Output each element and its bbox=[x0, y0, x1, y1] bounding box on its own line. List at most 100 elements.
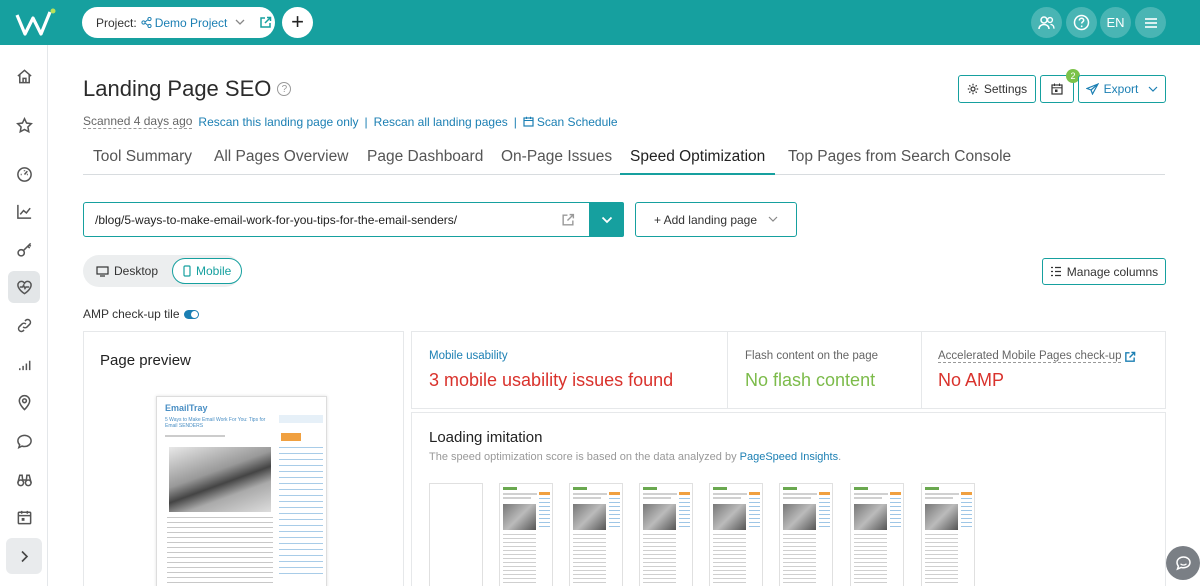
tab-on-page-issues[interactable]: On-Page Issues bbox=[491, 146, 622, 175]
preview-brand: EmailTray bbox=[165, 403, 208, 413]
logo-icon[interactable] bbox=[14, 6, 58, 38]
help-icon bbox=[1073, 14, 1090, 31]
calendar-icon bbox=[17, 510, 31, 524]
preview-heading: 5 Ways to Make Email Work For You: Tips … bbox=[165, 417, 266, 429]
loading-frame bbox=[921, 483, 975, 586]
tab-all-pages-overview[interactable]: All Pages Overview bbox=[204, 146, 358, 175]
top-bar: Project: Demo Project + EN bbox=[0, 0, 1200, 45]
amp-checkup-label: Accelerated Mobile Pages check-up bbox=[938, 350, 1122, 363]
help-icon[interactable]: ? bbox=[277, 82, 292, 96]
sidebar-item-dashboard[interactable] bbox=[8, 158, 40, 190]
sidebar-item-calendar[interactable] bbox=[8, 501, 40, 533]
settings-button[interactable]: Settings bbox=[958, 75, 1036, 103]
mobile-usability-label[interactable]: Mobile usability bbox=[429, 350, 508, 362]
heart-pulse-icon bbox=[16, 280, 32, 295]
scan-info-bar: Scanned 4 days ago Rescan this landing p… bbox=[83, 114, 618, 129]
scan-schedule-label: Scan Schedule bbox=[536, 114, 618, 129]
calendar-icon bbox=[523, 116, 534, 127]
tab-tool-summary[interactable]: Tool Summary bbox=[83, 146, 202, 175]
landing-page-dropdown-button[interactable] bbox=[589, 202, 624, 237]
page-preview-title: Page preview bbox=[100, 352, 191, 369]
main-menu-button[interactable] bbox=[1135, 7, 1166, 38]
loading-imitation-title: Loading imitation bbox=[429, 429, 543, 446]
settings-label: Settings bbox=[983, 82, 1028, 96]
amp-tile-toggle[interactable] bbox=[183, 309, 199, 319]
link-icon bbox=[17, 318, 31, 332]
flash-content-label: Flash content on the page bbox=[745, 350, 878, 362]
desktop-option[interactable]: Desktop bbox=[86, 258, 168, 284]
separator: | bbox=[364, 114, 368, 129]
add-landing-page-label: + Add landing page bbox=[653, 212, 758, 227]
mobile-option[interactable]: Mobile bbox=[172, 258, 243, 284]
amp-checkup-label-row: Accelerated Mobile Pages check-up bbox=[938, 350, 1136, 363]
amp-tile-toggle-row: AMP check-up tile bbox=[83, 307, 199, 321]
loading-frame bbox=[569, 483, 623, 586]
rescan-this-link[interactable]: Rescan this landing page only bbox=[198, 115, 358, 129]
tab-top-pages-search-console[interactable]: Top Pages from Search Console bbox=[778, 146, 1021, 175]
help-button[interactable] bbox=[1066, 7, 1097, 38]
sidebar-item-competitors[interactable] bbox=[8, 463, 40, 495]
sidebar-item-backlinks[interactable] bbox=[8, 309, 40, 341]
loading-frame bbox=[779, 483, 833, 586]
chevron-right-icon bbox=[20, 550, 28, 562]
project-name[interactable]: Demo Project bbox=[141, 16, 227, 30]
sidebar-item-keywords[interactable] bbox=[8, 233, 40, 265]
flash-content-value: No flash content bbox=[745, 370, 876, 390]
export-button[interactable]: Export bbox=[1078, 75, 1166, 103]
device-toggle: Desktop Mobile bbox=[83, 255, 243, 287]
project-label: Project: bbox=[96, 15, 137, 30]
external-link-icon[interactable] bbox=[1124, 351, 1136, 363]
columns-icon bbox=[1050, 266, 1061, 277]
tab-speed-optimization[interactable]: Speed Optimization bbox=[620, 146, 776, 175]
sidebar-item-favorites[interactable] bbox=[8, 109, 40, 141]
binoculars-icon bbox=[16, 473, 32, 486]
key-icon bbox=[16, 242, 31, 257]
mobile-usability-value: 3 mobile usability issues found bbox=[429, 370, 674, 390]
sidebar-item-analytics[interactable] bbox=[8, 348, 40, 380]
sidebar bbox=[0, 45, 48, 586]
manage-columns-label: Manage columns bbox=[1066, 264, 1159, 279]
chevron-down-icon bbox=[1148, 86, 1158, 92]
chat-bubble-icon bbox=[16, 434, 32, 449]
loading-frame bbox=[639, 483, 693, 586]
rescan-all-link[interactable]: Rescan all landing pages bbox=[374, 115, 508, 129]
sidebar-item-home[interactable] bbox=[8, 60, 40, 92]
sidebar-item-rankings[interactable] bbox=[8, 195, 40, 227]
external-link-icon[interactable] bbox=[561, 213, 575, 227]
desktop-label: Desktop bbox=[114, 264, 159, 278]
users-icon bbox=[1038, 15, 1055, 29]
scanned-status: Scanned 4 days ago bbox=[83, 114, 193, 129]
sidebar-item-local[interactable] bbox=[8, 386, 40, 418]
divider bbox=[727, 332, 728, 408]
amp-tile-label: AMP check-up tile bbox=[83, 307, 180, 321]
sidebar-item-social[interactable] bbox=[8, 425, 40, 457]
menu-icon bbox=[1144, 17, 1157, 28]
chat-icon bbox=[1175, 556, 1191, 571]
sidebar-item-site-health[interactable] bbox=[8, 271, 40, 303]
scan-schedule-link[interactable]: Scan Schedule bbox=[523, 115, 618, 129]
landing-page-select[interactable]: /blog/5-ways-to-make-email-work-for-you-… bbox=[83, 202, 624, 237]
add-project-button[interactable]: + bbox=[282, 7, 313, 38]
landing-page-url: /blog/5-ways-to-make-email-work-for-you-… bbox=[95, 212, 458, 227]
share-icon bbox=[141, 17, 152, 28]
add-landing-page-button[interactable]: + Add landing page bbox=[635, 202, 797, 237]
project-selector[interactable]: Project: Demo Project bbox=[82, 7, 275, 38]
manage-columns-button[interactable]: Manage columns bbox=[1042, 258, 1166, 285]
language-button[interactable]: EN bbox=[1100, 7, 1131, 38]
tab-page-dashboard[interactable]: Page Dashboard bbox=[357, 146, 493, 175]
tab-bar: Tool Summary All Pages Overview Page Das… bbox=[83, 146, 1165, 175]
external-link-icon[interactable] bbox=[259, 16, 272, 29]
chevron-down-icon[interactable] bbox=[235, 19, 245, 26]
loading-subtitle-suffix: . bbox=[838, 451, 842, 463]
amp-checkup-value: No AMP bbox=[938, 370, 1005, 390]
sidebar-expand-button[interactable] bbox=[6, 538, 42, 574]
users-button[interactable] bbox=[1031, 7, 1062, 38]
preview-body-text bbox=[167, 517, 273, 586]
support-chat-button[interactable] bbox=[1166, 546, 1200, 580]
location-pin-icon bbox=[18, 394, 30, 411]
desktop-icon bbox=[96, 265, 109, 277]
pagespeed-insights-link[interactable]: PageSpeed Insights bbox=[740, 451, 838, 463]
page-title: Landing Page SEO bbox=[83, 76, 272, 101]
preview-sidebar-list bbox=[279, 447, 323, 577]
line-chart-icon bbox=[16, 204, 31, 219]
